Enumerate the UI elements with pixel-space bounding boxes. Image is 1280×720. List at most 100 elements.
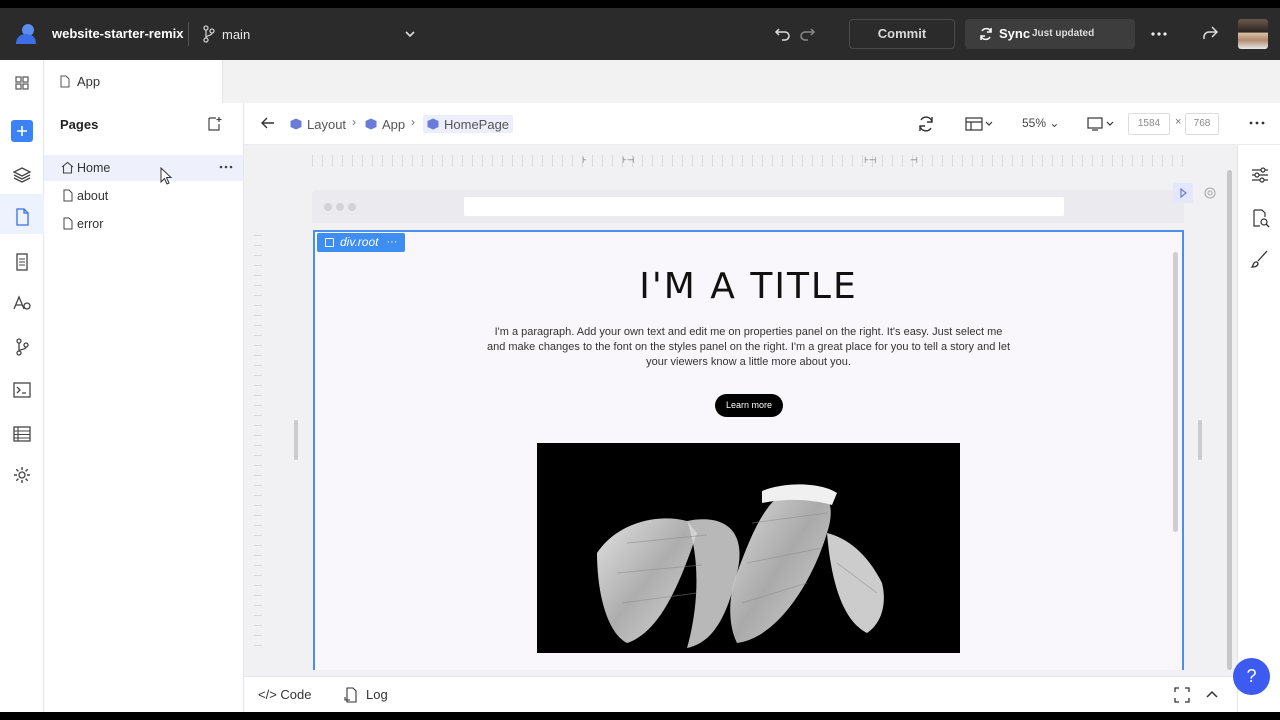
branch-name[interactable]: main [222,27,250,42]
component-cube-icon [427,118,439,130]
left-rail [0,60,44,712]
design-canvas[interactable]: ⊦ ⊦⊣ ⊦⊣ ⊣ div.root ··· I'M A TITLE I'm a… [244,145,1237,676]
ruler-marker: ⊦⊣ [622,155,635,165]
more-options-icon[interactable] [1249,117,1265,129]
page-item-error[interactable]: error [44,211,243,237]
app-window: website-starter-remix main Commit Sync J… [0,8,1280,712]
right-rail [1237,145,1280,712]
zoom-select[interactable]: 55% ⌄ [1022,116,1059,130]
window-dot [348,203,356,211]
eye-icon[interactable] [1200,183,1220,203]
share-icon[interactable] [1201,24,1219,42]
more-options-icon[interactable] [219,162,233,172]
hero-title[interactable]: I'M A TITLE [315,266,1182,307]
breadcrumb-homepage[interactable]: HomePage [423,115,514,133]
device-desktop-icon[interactable] [1087,116,1117,132]
tab-app[interactable]: App [44,60,223,103]
ruler-top [312,155,1184,167]
app-logo-icon[interactable] [14,22,38,46]
breadcrumb-separator: › [352,115,356,129]
database-table-icon[interactable] [11,423,33,445]
page-item-label: error [77,217,104,231]
file-icon [63,217,73,230]
height-input[interactable]: 768 [1185,113,1219,135]
add-button[interactable] [11,120,33,142]
divider [188,22,189,46]
preview-url-bar [464,197,1064,216]
canvas-scrollbar[interactable] [1227,170,1232,670]
project-name[interactable]: website-starter-remix [52,26,184,41]
plus-icon [17,126,27,136]
redo-icon[interactable] [798,25,816,43]
breadcrumb-app[interactable]: App [365,115,405,133]
inspect-search-icon[interactable] [1250,208,1270,228]
layers-icon[interactable] [11,164,33,186]
preview-browser-bar [312,190,1184,223]
sync-icon [980,27,992,41]
page-item-label: Home [77,161,111,175]
selection-more[interactable]: ··· [386,233,397,252]
more-options-icon[interactable] [1150,25,1168,43]
log-icon[interactable] [344,687,358,703]
chevron-up-icon[interactable] [1205,688,1219,702]
terminal-icon[interactable] [11,379,33,401]
refresh-icon[interactable] [917,115,935,133]
breadcrumb-label: HomePage [444,116,510,132]
tab-label: App [77,74,101,89]
top-bar: website-starter-remix main Commit Sync J… [0,8,1280,60]
ruler-marker: ⊣ [910,155,918,165]
code-icon: </> [258,687,277,702]
home-icon [61,161,74,174]
brush-stroke-image [597,484,884,648]
code-tab[interactable]: </> Code [258,687,312,702]
width-input[interactable]: 1584 [1128,113,1170,135]
commit-button[interactable]: Commit [849,19,955,49]
page-item-home[interactable]: Home [44,155,243,181]
brush-style-icon[interactable] [1250,249,1270,269]
ruler-left [254,235,262,655]
apps-grid-icon[interactable] [11,72,33,94]
properties-sliders-icon[interactable] [1250,165,1270,185]
git-icon[interactable] [11,336,33,358]
arrow-left-icon[interactable] [260,115,276,131]
bottom-bar: </> Code Log [244,676,1237,712]
page-item-label: about [77,189,109,203]
zoom-value: 55% [1022,116,1047,130]
selection-tag-label: div.root [340,235,379,249]
expand-icon[interactable] [1174,687,1190,703]
canvas-toolbar: Layout › App › HomePage 55% ⌄ 1584 × 768 [244,103,1280,145]
sync-button[interactable]: Sync Just updated [965,19,1135,49]
help-button[interactable]: ? [1233,658,1270,695]
code-label: Code [280,687,312,702]
window-dot [336,203,344,211]
hero-paragraph[interactable]: I'm a paragraph. Add your own text and e… [486,325,1011,370]
pages-icon[interactable] [11,206,33,228]
file-icon [60,75,70,88]
element-square-icon [325,238,334,247]
sync-label: Sync [999,26,1031,41]
avatar[interactable] [1238,19,1268,49]
breadcrumb-separator: › [411,115,415,129]
resize-handle-right[interactable] [1198,420,1202,460]
document-icon[interactable] [11,251,33,273]
chevron-down-icon[interactable] [404,28,416,40]
breadcrumb-layout[interactable]: Layout [290,115,346,133]
typography-icon[interactable] [11,292,33,314]
selection-tag[interactable]: div.root ··· [317,233,406,252]
learn-more-button[interactable]: Learn more [715,394,783,417]
add-page-icon[interactable] [206,116,222,132]
gear-icon[interactable] [11,464,33,486]
ruler-marker: ⊦⊣ [864,155,877,165]
hero-image[interactable] [537,443,960,653]
log-tab[interactable]: Log [366,687,388,702]
page-frame-root[interactable]: div.root ··· I'M A TITLE I'm a paragraph… [313,230,1184,670]
play-preview-icon[interactable] [1173,183,1193,203]
frame-scrollbar[interactable] [1173,252,1178,532]
page-item-about[interactable]: about [44,183,243,209]
layout-view-icon[interactable] [965,116,995,132]
resize-handle-left[interactable] [294,420,298,460]
pages-panel: Pages Home about error [44,103,244,712]
sync-status: Just updated [1032,28,1095,39]
undo-icon[interactable] [774,25,792,43]
file-icon [63,189,73,202]
